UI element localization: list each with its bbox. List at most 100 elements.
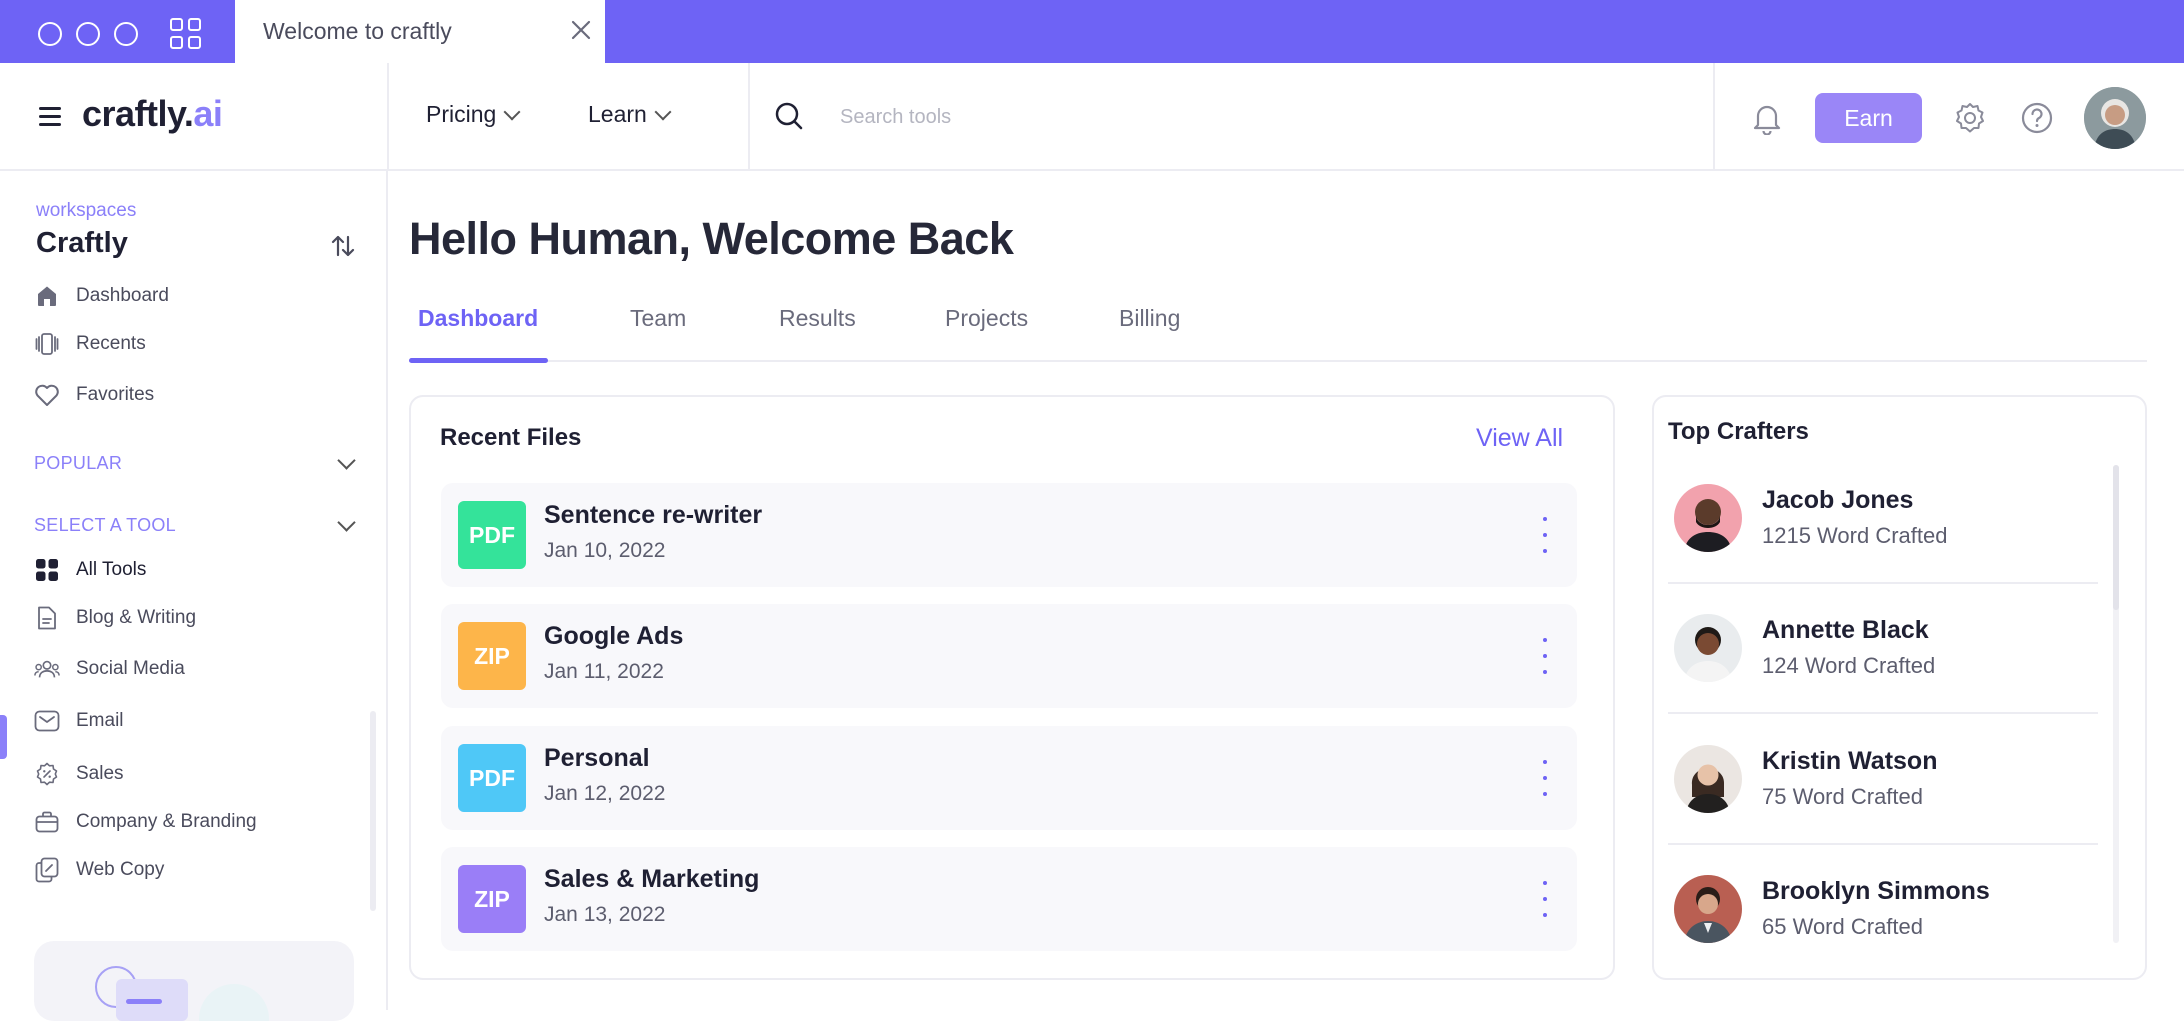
sidebar-item-dashboard[interactable]: Dashboard [34, 281, 169, 311]
logo-text: craftly. [82, 93, 194, 134]
file-row[interactable]: PDF Personal Jan 12, 2022 [441, 726, 1577, 830]
section-select-tool[interactable]: SELECT A TOOL [34, 515, 176, 536]
copy-icon [34, 857, 60, 883]
sidebar-item-social-media[interactable]: Social Media [34, 654, 185, 684]
file-row[interactable]: ZIP Sales & Marketing Jan 13, 2022 [441, 847, 1577, 951]
crafter-words: 124 Word Crafted [1762, 653, 1936, 678]
tab-results[interactable]: Results [779, 305, 856, 332]
app-grid-icon[interactable] [170, 18, 202, 50]
sidebar-item-label: Dashboard [76, 285, 169, 306]
tabs-divider [409, 360, 2147, 362]
view-all-link[interactable]: View All [1476, 424, 1563, 453]
swap-icon[interactable] [330, 233, 356, 259]
window-minimize-circle[interactable] [76, 22, 100, 46]
divider [1713, 63, 1715, 171]
earn-button[interactable]: Earn [1815, 93, 1922, 143]
active-item-indicator [0, 715, 7, 759]
search-input[interactable] [840, 99, 1440, 135]
crafter-item[interactable]: Brooklyn Simmons 65 Word Crafted [1668, 875, 2098, 1005]
sidebar-item-favorites[interactable]: Favorites [34, 380, 154, 410]
nav-learn-label: Learn [588, 101, 647, 127]
gear-icon[interactable] [1953, 101, 1987, 135]
sidebar-scrollbar[interactable] [370, 711, 376, 911]
file-date: Jan 13, 2022 [544, 903, 666, 926]
divider [1668, 582, 2098, 584]
workspace-label: workspaces [36, 200, 137, 221]
sidebar-item-sales[interactable]: Sales [34, 759, 124, 789]
file-type-badge: ZIP [458, 622, 526, 690]
sidebar-item-recents[interactable]: Recents [34, 329, 146, 359]
nav-learn[interactable]: Learn [588, 101, 672, 128]
crafter-name: Annette Black [1762, 616, 1929, 644]
crafter-name: Kristin Watson [1762, 747, 1938, 775]
sidebar-item-label: Blog & Writing [76, 607, 197, 628]
file-name: Personal [544, 744, 650, 772]
home-icon [34, 283, 60, 309]
file-date: Jan 11, 2022 [544, 660, 664, 683]
heart-icon [34, 382, 60, 408]
sidebar-item-web-copy[interactable]: Web Copy [34, 855, 164, 885]
divider [748, 63, 750, 171]
hamburger-menu-icon[interactable] [39, 107, 61, 127]
discount-icon [34, 761, 60, 787]
window-maximize-circle[interactable] [114, 22, 138, 46]
crafter-words: 1215 Word Crafted [1762, 523, 1948, 548]
sidebar-item-label: Email [76, 710, 124, 731]
bell-icon[interactable] [1751, 101, 1783, 135]
nav-pricing-label: Pricing [426, 101, 497, 127]
page-title: Hello Human, Welcome Back [409, 213, 1014, 264]
crafter-item[interactable]: Jacob Jones 1215 Word Crafted [1668, 484, 2098, 614]
avatar [1674, 875, 1742, 943]
active-tab-indicator [409, 358, 548, 363]
tab-projects[interactable]: Projects [945, 305, 1028, 332]
file-row[interactable]: ZIP Google Ads Jan 11, 2022 [441, 604, 1577, 708]
sidebar-item-all-tools[interactable]: All Tools [34, 555, 146, 585]
users-icon [34, 656, 60, 682]
file-name: Sales & Marketing [544, 865, 760, 893]
scrollbar-thumb[interactable] [2113, 465, 2119, 610]
sidebar-item-label: Recents [76, 333, 146, 354]
sidebar-item-label: Company & Branding [76, 811, 257, 832]
sidebar-item-label: Favorites [76, 384, 155, 405]
mail-icon [34, 708, 60, 734]
sidebar-item-label: Social Media [76, 658, 185, 679]
more-options-icon[interactable] [1535, 881, 1555, 917]
top-header: craftly.ai Pricing Learn Earn [0, 63, 2184, 171]
more-options-icon[interactable] [1535, 638, 1555, 674]
file-type-badge: ZIP [458, 865, 526, 933]
sidebar-item-label: Sales [76, 763, 124, 784]
file-type-badge: PDF [458, 744, 526, 812]
nav-pricing[interactable]: Pricing [426, 101, 521, 128]
sidebar-item-email[interactable]: Email [34, 706, 124, 736]
sidebar-item-company-branding[interactable]: Company & Branding [34, 807, 257, 837]
crafter-item[interactable]: Kristin Watson 75 Word Crafted [1668, 745, 2098, 875]
more-options-icon[interactable] [1535, 760, 1555, 796]
recent-files-title: Recent Files [440, 424, 582, 451]
more-options-icon[interactable] [1535, 517, 1555, 553]
window-close-circle[interactable] [38, 22, 62, 46]
tab-billing[interactable]: Billing [1119, 305, 1180, 332]
sidebar: workspaces Craftly Dashboard Recents Fav… [0, 171, 388, 1021]
user-avatar[interactable] [2084, 87, 2146, 149]
close-icon[interactable] [567, 16, 595, 44]
browser-tab[interactable]: Welcome to craftly [235, 0, 605, 63]
sidebar-item-label: Web Copy [76, 859, 165, 880]
divider [1668, 712, 2098, 714]
sidebar-item-blog-writing[interactable]: Blog & Writing [34, 603, 196, 633]
promo-illustration [95, 966, 269, 1021]
chevron-down-icon[interactable] [337, 513, 356, 532]
avatar [1674, 484, 1742, 552]
crafter-words: 75 Word Crafted [1762, 784, 1924, 809]
chevron-down-icon[interactable] [337, 451, 356, 470]
tab-team[interactable]: Team [630, 305, 686, 332]
help-icon[interactable] [2020, 101, 2054, 135]
logo[interactable]: craftly.ai [82, 93, 223, 135]
crafter-item[interactable]: Annette Black 124 Word Crafted [1668, 614, 2098, 744]
tab-dashboard[interactable]: Dashboard [418, 305, 538, 332]
crafter-name: Brooklyn Simmons [1762, 877, 1990, 905]
divider [1668, 843, 2098, 845]
file-row[interactable]: PDF Sentence re-writer Jan 10, 2022 [441, 483, 1577, 587]
section-popular[interactable]: POPULAR [34, 453, 122, 474]
search-icon[interactable] [774, 101, 804, 131]
file-date: Jan 10, 2022 [544, 539, 666, 562]
